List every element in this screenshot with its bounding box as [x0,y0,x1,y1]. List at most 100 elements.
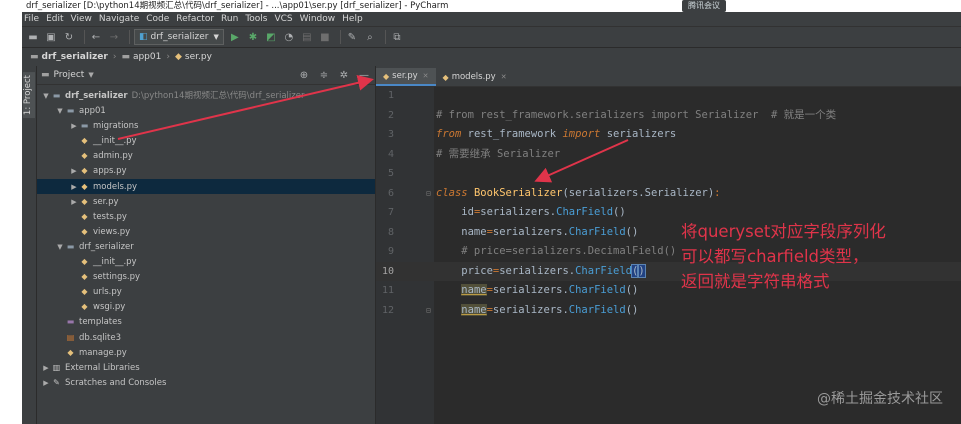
run-config-select[interactable]: ◧ drf_serializer ▼ [134,29,224,45]
tree-item[interactable]: ▬ templates [37,314,375,329]
project-tool-tab[interactable]: 1: Project [23,72,35,119]
menu-window[interactable]: Window [300,12,336,26]
stop-icon[interactable]: ■ [318,30,332,44]
chevron-right-icon[interactable]: ▶ [69,180,79,195]
tree-item[interactable]: ▶ ▥ External Libraries [37,360,375,375]
tree-item-label: ser.py [93,196,119,207]
save-icon[interactable]: ▣ [44,30,58,44]
code-line[interactable]: 10 price=serializers.CharField() [376,261,961,281]
code-token: name [461,303,487,316]
tree-item[interactable]: ◆ tests.py [37,209,375,224]
fold-marker-icon[interactable]: ⊟ [426,301,431,321]
back-icon[interactable]: ← [89,30,103,44]
tree-item-label: manage.py [79,347,127,358]
code-area[interactable]: 1 2 # from rest_framework.serializers impo… [376,86,961,424]
project-panel-title[interactable]: Project [54,70,85,80]
tree-item[interactable]: ◆ __init__.py [37,254,375,269]
tree-item[interactable]: ▼ ▬ drf_serializer D:\python14期视频汇总\代码\drf_… [37,88,375,103]
close-icon[interactable]: ✕ [423,72,429,80]
minimize-icon[interactable]: — [357,68,371,82]
code-line[interactable]: 11 name=serializers.CharField() [376,281,961,301]
meeting-badge[interactable]: 腾讯会议 [682,0,726,12]
settings-icon[interactable]: ✎ [345,30,359,44]
tree-item[interactable]: ▶ ◆ models.py [37,178,375,195]
menu-edit[interactable]: Edit [46,12,63,26]
chevron-right-icon[interactable]: ▶ [69,195,79,210]
coverage-icon[interactable]: ◩ [264,30,278,44]
concurrency-icon[interactable]: ▤ [300,30,314,44]
tree-item[interactable]: ◆ wsgi.py [37,299,375,314]
menu-vcs[interactable]: VCS [274,12,292,26]
menu-tools[interactable]: Tools [245,12,267,26]
package-icon: ▬ [80,121,89,131]
tree-item[interactable]: ◆ manage.py [37,345,375,360]
chevron-right-icon[interactable]: ▶ [41,376,51,391]
chevron-down-icon[interactable]: ▼ [55,240,65,255]
project-panel: ▬ Project ▼ ⊕ ≑ ✲ — ▼ ▬ drf_serializer D:\p… [37,66,376,424]
chevron-down-icon[interactable]: ▼ [41,89,51,104]
tree-item[interactable]: ◆ settings.py [37,269,375,284]
gear-icon[interactable]: ✲ [337,68,351,82]
code-text: # price=serializers.DecimalField() [436,242,676,262]
profile-icon[interactable]: ◔ [282,30,296,44]
tab-models-py[interactable]: ◆ models.py ✕ [436,68,514,86]
chevron-down-icon: ▼ [213,33,219,41]
python-file-icon: ◆ [174,52,182,62]
tree-item[interactable]: ◆ __init__.py [37,133,375,148]
menu-help[interactable]: Help [342,12,363,26]
menu-file[interactable]: File [24,12,39,26]
search-icon[interactable]: ⌕ [363,30,377,44]
package-icon: ▬ [66,241,75,251]
run-icon[interactable]: ▶ [228,30,242,44]
collapse-all-icon[interactable]: ≑ [317,68,331,82]
breadcrumb-file[interactable]: ser.py [185,52,212,62]
menu-refactor[interactable]: Refactor [176,12,214,26]
tree-item[interactable]: ▼ ▬ drf_serializer [37,239,375,254]
forward-icon[interactable]: → [107,30,121,44]
tree-item-path: D:\python14期视频汇总\代码\drf_serializer [131,91,305,101]
folder-open-icon[interactable]: ▬ [26,30,40,44]
code-token: CharField [568,284,626,296]
chevron-right-icon[interactable]: ▶ [41,361,51,376]
tree-item[interactable]: ◆ admin.py [37,148,375,163]
structure-icon[interactable]: ⧉ [390,30,404,44]
code-token: () [625,225,639,238]
chevron-right-icon[interactable]: ▶ [69,164,79,179]
tree-item[interactable]: ▶ ◆ apps.py [37,163,375,178]
code-line[interactable]: 2 # from rest_framework.serializers impor… [376,106,961,126]
menu-run[interactable]: Run [221,12,238,26]
fold-marker-icon[interactable]: ⊟ [426,184,431,204]
tree-item[interactable]: ▼ ▬ app01 [37,103,375,118]
locate-icon[interactable]: ⊕ [297,68,311,82]
tree-item[interactable]: ◆ views.py [37,224,375,239]
breadcrumb-project[interactable]: drf_serializer [42,52,108,62]
close-icon[interactable]: ✕ [501,73,507,81]
menu-navigate[interactable]: Navigate [99,12,139,26]
debug-icon[interactable]: ✱ [246,30,260,44]
menu-code[interactable]: Code [146,12,169,26]
chevron-down-icon[interactable]: ▼ [55,104,65,119]
code-line[interactable]: 9 # price=serializers.DecimalField() [376,242,961,262]
tree-item[interactable]: ◆ urls.py [37,284,375,299]
code-token: () [613,206,626,218]
breadcrumb-folder[interactable]: app01 [133,52,161,62]
window-title-bar: drf_serializer [D:\python14期视频汇总\代码\drf_… [22,0,961,12]
menu-view[interactable]: View [71,12,92,26]
code-line[interactable]: 6 ⊟ class BookSerializer(serializers.Seria… [376,184,961,204]
code-line[interactable]: 4 # 需要继承 Serializer [376,145,961,165]
code-token: name [461,284,487,296]
sync-icon[interactable]: ↻ [62,30,76,44]
tab-ser-py[interactable]: ◆ ser.py ✕ [376,68,436,86]
chevron-down-icon[interactable]: ▼ [88,71,93,79]
code-line[interactable]: 5 [376,164,961,184]
tree-item[interactable]: ▶ ▬ migrations [37,118,375,133]
code-line[interactable]: 12 ⊟ name=serializers.CharField() [376,301,961,321]
tree-item[interactable]: ▶ ◆ ser.py [37,194,375,209]
tree-item[interactable]: ▤ db.sqlite3 [37,330,375,345]
code-text: name=serializers.CharField() [436,281,638,301]
tree-item[interactable]: ▶ ✎ Scratches and Consoles [37,375,375,390]
code-line[interactable]: 3 from rest_framework import serializers [376,125,961,145]
chevron-right-icon[interactable]: ▶ [69,119,79,134]
code-line[interactable]: 1 [376,86,961,106]
